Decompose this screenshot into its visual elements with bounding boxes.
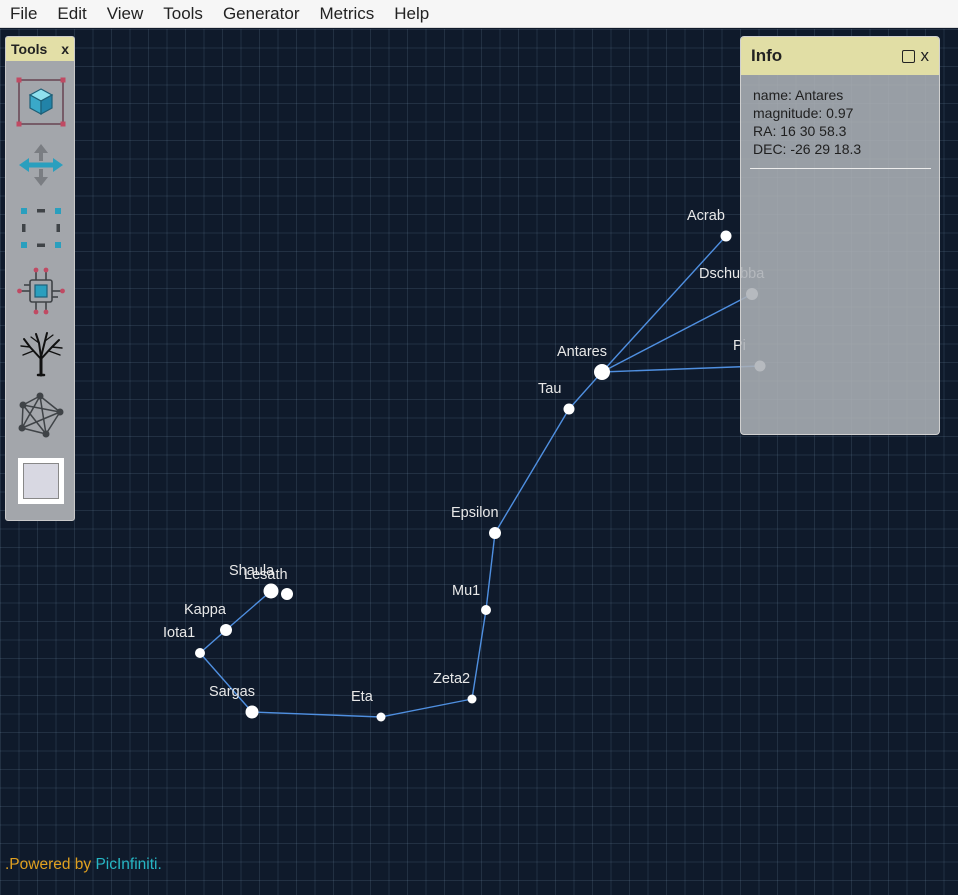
star-label-epsilon: Epsilon: [451, 505, 499, 521]
star-label-tau: Tau: [538, 381, 561, 397]
info-panel: Info x name: Antares magnitude: 0.97 RA:…: [740, 36, 940, 435]
powered-by-footer: .Powered by PicInfiniti.: [5, 856, 162, 874]
star-label-lesath: Lesath: [244, 567, 288, 583]
dashed-selection-icon: [21, 208, 61, 248]
edge-kappa-shaula: [225, 590, 272, 631]
edge-zeta2-eta: [380, 698, 473, 718]
edge-antares-acrab: [601, 235, 727, 373]
tree-icon: [20, 332, 63, 377]
star-shaula[interactable]: [263, 583, 279, 599]
edge-sargas-iota1: [199, 652, 253, 713]
star-epsilon[interactable]: [489, 527, 501, 539]
tools-panel-close-button[interactable]: x: [61, 41, 69, 57]
star-label-mu1: Mu1: [452, 583, 480, 599]
move-arrows-icon: [19, 144, 63, 186]
star-label-acrab: Acrab: [687, 208, 725, 224]
circuit-chip-icon: [17, 267, 65, 315]
edge-eta-sargas: [251, 711, 382, 718]
footer-prefix: .Powered by: [5, 856, 96, 873]
edge-mu1-zeta2: [471, 609, 487, 700]
star-label-iota1: Iota1: [163, 625, 195, 641]
edge-epsilon-mu1: [485, 532, 496, 611]
cube-select-icon: [16, 77, 66, 127]
edge-tau-epsilon: [494, 408, 570, 534]
info-magnitude: magnitude: 0.97: [753, 105, 854, 121]
star-sargas[interactable]: [245, 705, 259, 719]
tools-panel-title: Tools: [11, 41, 48, 57]
star-lesath[interactable]: [281, 588, 293, 600]
star-iota1[interactable]: [195, 648, 205, 658]
star-label-kappa: Kappa: [184, 602, 227, 618]
info-dec: DEC: -26 29 18.3: [753, 141, 862, 157]
star-label-antares: Antares: [557, 344, 607, 360]
star-label-zeta2: Zeta2: [433, 671, 470, 687]
star-acrab[interactable]: [720, 230, 732, 242]
star-eta[interactable]: [376, 712, 386, 722]
tools-panel-header: Tools x: [6, 37, 74, 61]
edge-antares-pi: [601, 365, 761, 373]
info-name: name: Antares: [753, 87, 844, 103]
cube-select-tool[interactable]: [16, 77, 66, 127]
constellation-lines: [199, 235, 761, 718]
star-labels: AcrabDschubbaPiAntaresTauEpsilonMu1Zeta2…: [163, 208, 765, 705]
star-tau[interactable]: [563, 403, 575, 415]
info-divider: [750, 168, 931, 169]
chip-tool[interactable]: [16, 266, 66, 316]
footer-brand-link[interactable]: PicInfiniti.: [95, 856, 161, 873]
selection-tool[interactable]: [16, 203, 66, 253]
info-panel-body: name: Antares magnitude: 0.97 RA: 16 30 …: [741, 75, 939, 158]
edge-antares-dschubba: [601, 293, 753, 373]
network-tool[interactable]: [16, 392, 66, 442]
tools-panel: Tools x: [5, 36, 75, 521]
star-label-sargas: Sargas: [209, 684, 255, 700]
maximize-icon[interactable]: [901, 49, 915, 63]
info-ra: RA: 16 30 58.3: [753, 123, 847, 139]
info-panel-title: Info: [751, 46, 783, 65]
star-mu1[interactable]: [481, 605, 491, 615]
star-label-eta: Eta: [351, 689, 374, 705]
move-tool[interactable]: [16, 140, 66, 190]
tree-tool[interactable]: [16, 329, 66, 379]
network-graph-icon: [18, 392, 64, 438]
color-swatch-tool[interactable]: [16, 456, 66, 506]
star-zeta2[interactable]: [467, 694, 477, 704]
info-panel-close-button[interactable]: x: [921, 46, 930, 66]
star-antares[interactable]: [594, 364, 610, 380]
star-kappa[interactable]: [220, 624, 232, 636]
info-panel-header: Info x: [741, 37, 939, 75]
color-swatch-icon: [18, 458, 64, 504]
info-panel-controls: x: [901, 46, 930, 66]
